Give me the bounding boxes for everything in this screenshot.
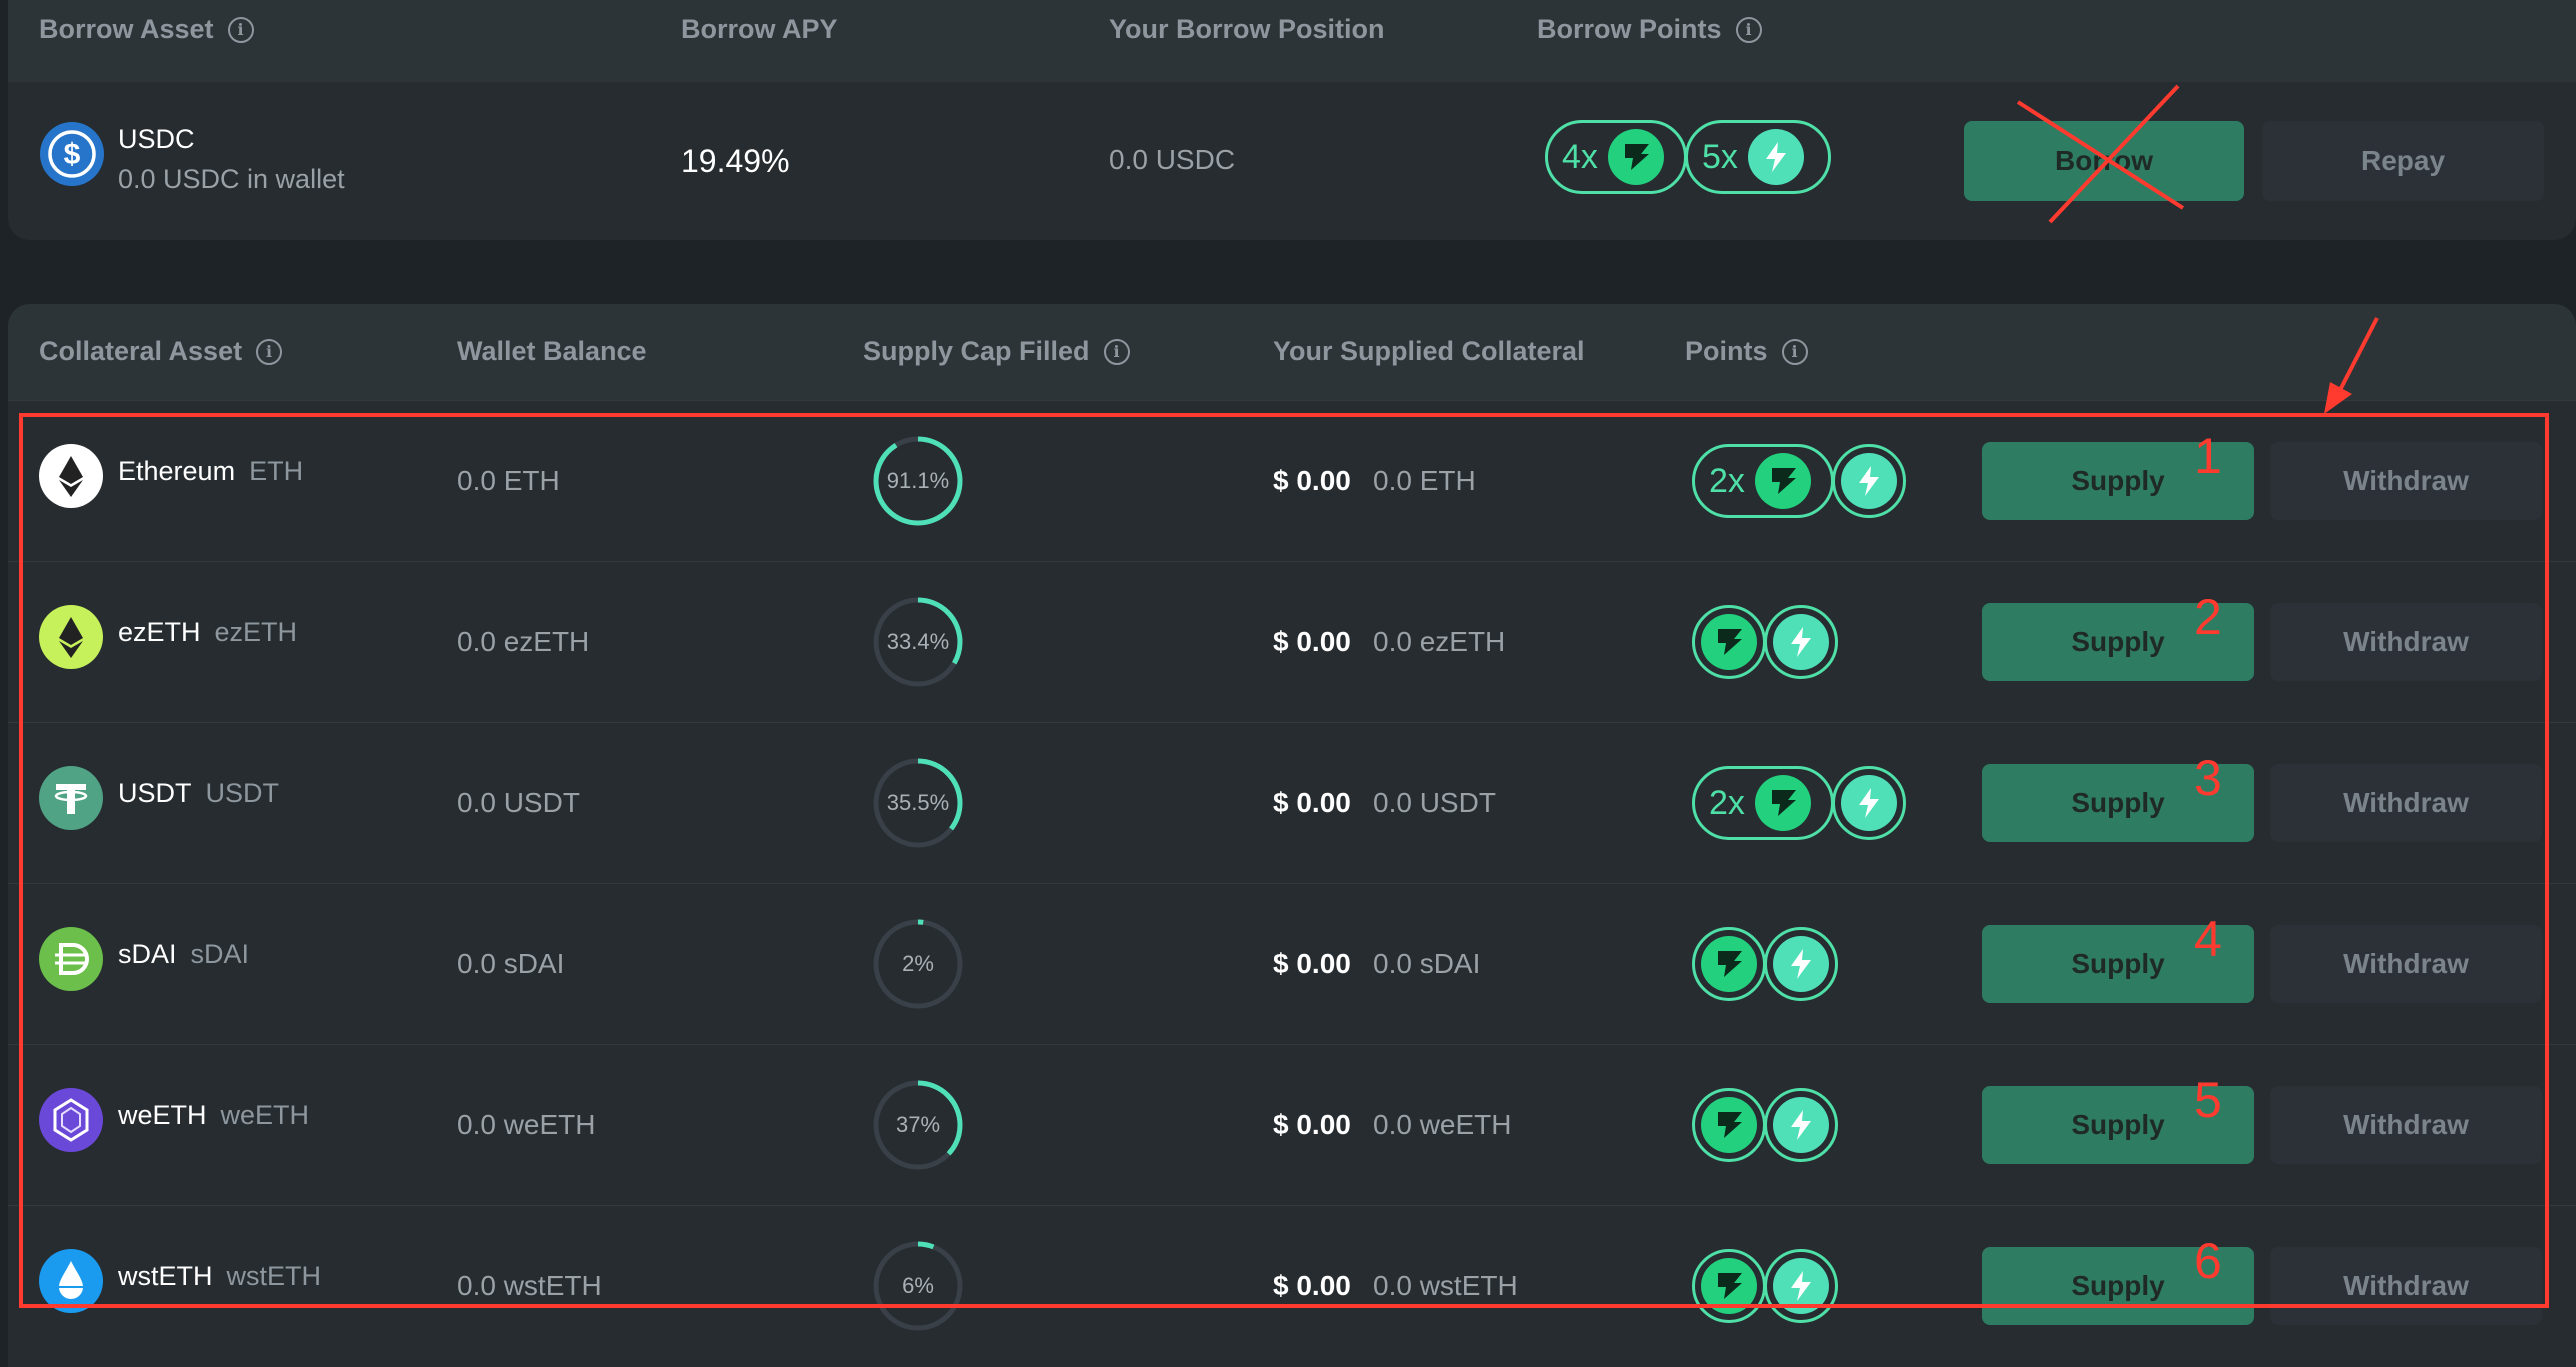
arrow-annotation	[2324, 317, 2379, 414]
borrow-points-lightning-pill: 5x	[1685, 120, 1831, 194]
info-icon[interactable]: i	[1735, 16, 1762, 43]
header-borrow-position: Your Borrow Position	[1109, 14, 1385, 44]
info-icon[interactable]: i	[227, 16, 254, 43]
info-icon[interactable]: i	[1781, 338, 1808, 365]
header-wallet-balance: Wallet Balance	[457, 336, 647, 366]
borrow-position-value: 0.0 USDC	[1109, 144, 1236, 175]
borrow-apy-value: 19.49%	[681, 143, 790, 179]
header-collateral-asset: Collateral Asset i	[39, 336, 283, 367]
usdc-icon: $	[40, 122, 104, 186]
info-icon[interactable]: i	[1103, 338, 1130, 365]
points-multiplier: 4x	[1562, 137, 1598, 176]
header-points: Points i	[1685, 336, 1808, 367]
lightning-icon	[1747, 129, 1804, 185]
header-your-supplied-collateral: Your Supplied Collateral	[1273, 336, 1585, 366]
header-borrow-points: Borrow Points i	[1537, 14, 1762, 45]
header-borrow-apy: Borrow APY	[681, 14, 838, 44]
borrow-points-flag-pill: 4x	[1545, 120, 1687, 194]
points-multiplier: 5x	[1702, 137, 1738, 176]
header-supply-cap-filled: Supply Cap Filled i	[863, 336, 1130, 367]
flag-icon	[1607, 129, 1664, 185]
info-icon[interactable]: i	[256, 338, 283, 365]
borrow-wallet-text: 0.0 USDC in wallet	[118, 164, 345, 194]
header-borrow-asset: Borrow Asset i	[39, 14, 254, 45]
highlight-box-annotation	[19, 413, 2549, 1308]
svg-text:$: $	[64, 138, 81, 171]
borrow-asset-name: USDC	[118, 124, 195, 154]
cross-out-annotation	[2016, 84, 2185, 224]
repay-button[interactable]: Repay	[2262, 121, 2544, 201]
